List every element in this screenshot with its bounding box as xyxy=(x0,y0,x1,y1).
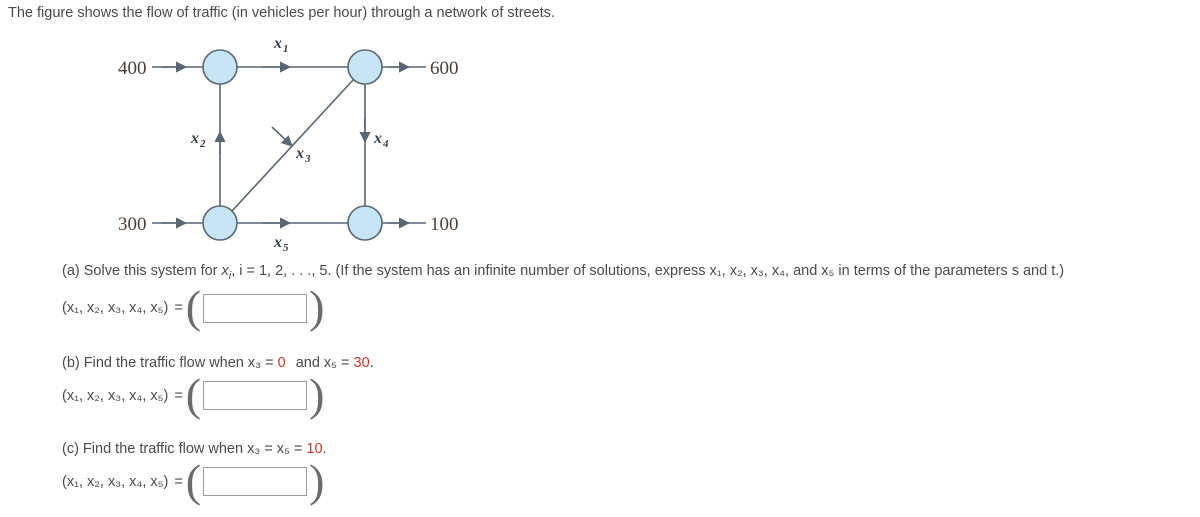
svg-text:x: x xyxy=(295,145,304,162)
part-c-equals: = xyxy=(174,473,183,490)
node-bottom-left xyxy=(202,205,238,241)
question-part-a: (a) Solve this system for xi, i = 1, 2, … xyxy=(62,262,1064,333)
part-b-cond2-value: 30 xyxy=(353,355,370,371)
part-a-answer-row: (x₁, x₂, x₃, x₄, x₅) = ( ) xyxy=(62,281,325,333)
edge-label-x2: x 2 xyxy=(190,130,206,150)
part-a-text-mid: , i = 1, 2, . . ., 5. (If the system has… xyxy=(231,263,710,279)
edge-label-x1: x 1 xyxy=(273,35,289,55)
page-title: The figure shows the flow of traffic (in… xyxy=(8,5,555,21)
part-b-cond1-eq: = xyxy=(261,355,278,371)
question-part-c: (c) Find the traffic flow when x₃ = x₅ =… xyxy=(62,440,327,506)
part-b-answer-input[interactable] xyxy=(203,381,308,410)
part-b-cond1-value: 0 xyxy=(277,355,286,371)
node-top-right xyxy=(347,49,383,85)
svg-text:x: x xyxy=(190,130,199,147)
part-c-cond1-eq: = xyxy=(260,441,277,457)
flow-label-600: 600 xyxy=(430,58,459,79)
part-c-answer-row: (x₁, x₂, x₃, x₄, x₅) = ( ) xyxy=(62,454,325,506)
part-b-equals: = xyxy=(174,387,183,404)
question-part-b: (b) Find the traffic flow when x₃ = 0 an… xyxy=(62,354,374,420)
part-a-text-vars: x₁, x₂, x₃, x₄, and x₅ xyxy=(709,263,835,279)
flow-label-400: 400 xyxy=(118,58,147,79)
svg-text:1: 1 xyxy=(283,43,289,55)
part-b-cond2-eq: = xyxy=(337,355,354,371)
svg-text:2: 2 xyxy=(199,138,206,150)
node-top-left xyxy=(202,49,238,85)
part-c-tuple-label: (x₁, x₂, x₃, x₄, x₅) xyxy=(62,473,169,490)
part-c-text-pre: (c) Find the traffic flow when xyxy=(62,441,248,457)
edge-label-x3: x 3 xyxy=(295,145,311,165)
svg-text:4: 4 xyxy=(382,138,389,150)
traffic-network-figure: 400 600 300 100 x 1 x 2 x 3 x 4 x 5 xyxy=(0,26,520,261)
part-a-tuple-label: (x₁, x₂, x₃, x₄, x₅) xyxy=(62,300,169,317)
flow-label-300: 300 xyxy=(118,214,147,235)
part-b-cond2-var: x₅ xyxy=(323,355,338,371)
part-c-cond1-var: x₃ xyxy=(247,441,261,457)
part-a-var: x xyxy=(221,263,229,279)
edge-label-x4: x 4 xyxy=(373,130,389,150)
part-b-text: (b) Find the traffic flow when x₃ = 0 an… xyxy=(62,354,374,372)
part-a-text-pre: (a) Solve this system for xyxy=(62,263,222,279)
svg-text:x: x xyxy=(273,35,282,52)
flow-label-100: 100 xyxy=(430,214,459,235)
svg-text:x: x xyxy=(373,130,382,147)
edge-x3 xyxy=(231,78,355,212)
part-a-text: (a) Solve this system for xi, i = 1, 2, … xyxy=(62,262,1064,285)
part-a-equals: = xyxy=(174,300,183,317)
part-b-answer-row: (x₁, x₂, x₃, x₄, x₅) = ( ) xyxy=(62,368,325,420)
part-b-cond1-var: x₃ xyxy=(247,355,262,371)
node-bottom-right xyxy=(347,205,383,241)
part-c-cond2-eq: = xyxy=(289,441,307,457)
svg-text:5: 5 xyxy=(283,242,289,254)
part-b-tuple-label: (x₁, x₂, x₃, x₄, x₅) xyxy=(62,387,169,404)
edge-label-x5: x 5 xyxy=(273,234,289,254)
svg-text:x: x xyxy=(273,234,282,251)
part-c-answer-input[interactable] xyxy=(203,467,308,496)
part-a-answer-input[interactable] xyxy=(203,293,308,323)
part-a-text-post: in terms of the parameters s and t.) xyxy=(834,263,1065,279)
part-b-text-pre: (b) Find the traffic flow when xyxy=(62,355,248,371)
part-c-cond2-var: x₅ xyxy=(276,441,290,457)
part-b-text-end: . xyxy=(369,355,374,371)
svg-text:3: 3 xyxy=(304,153,311,165)
